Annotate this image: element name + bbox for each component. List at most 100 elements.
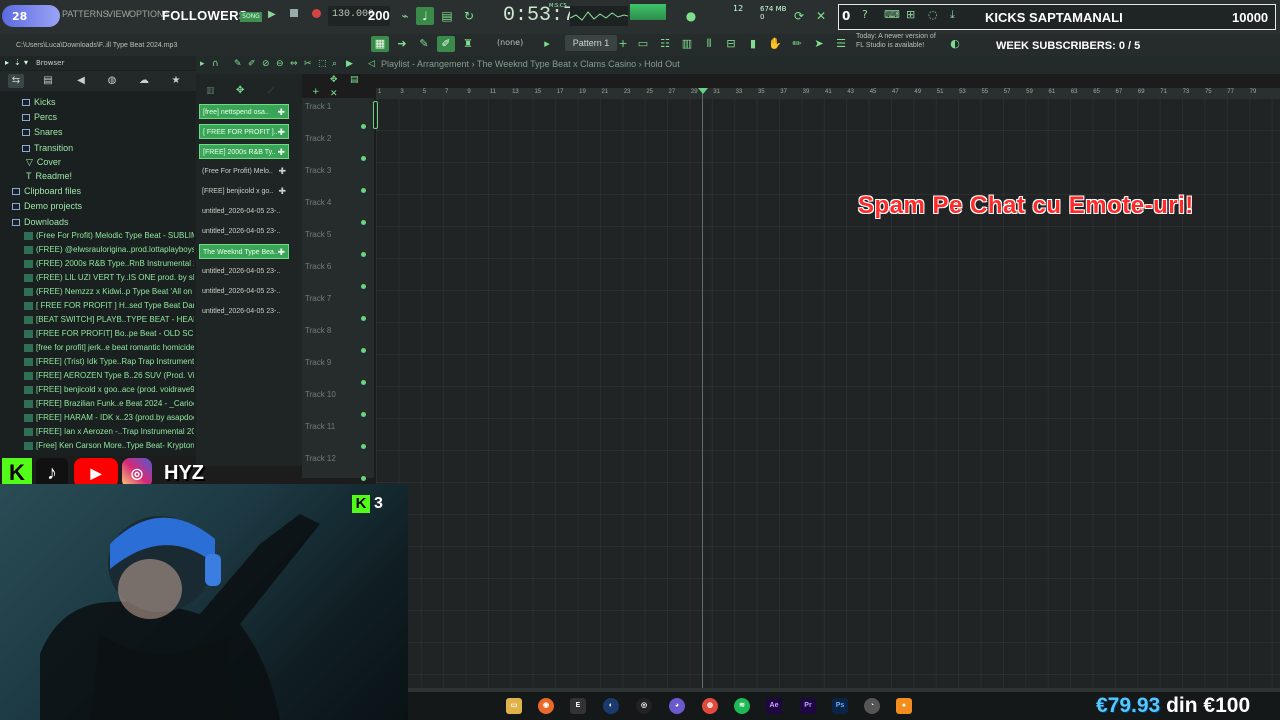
- window-menu-icon[interactable]: ▾: [24, 58, 28, 67]
- pattern-item[interactable]: [ FREE FOR PROFIT ].. ✚: [199, 124, 289, 139]
- list-item[interactable]: (FREE) 2000s R&B Type..RnB Instrumental …: [24, 259, 194, 272]
- list-item[interactable]: (FREE) Nemzzz x Kidwi..p Type Beat 'All …: [24, 287, 194, 300]
- channel-rack-icon[interactable]: ▥: [678, 36, 696, 52]
- pattern-item[interactable]: untitled_2026-04-05 23-..: [199, 284, 289, 299]
- list-item[interactable]: [free for profit] jerk..e beat romantic …: [24, 343, 194, 356]
- file-explorer-icon[interactable]: ▭: [506, 698, 522, 714]
- mixer-icon[interactable]: ☷: [656, 36, 674, 52]
- track-label[interactable]: Track 5: [305, 230, 331, 239]
- grid-toggle-icon[interactable]: ▤: [350, 75, 359, 85]
- pattern-selector[interactable]: Pattern 1: [565, 35, 617, 51]
- folder-clipboard-files[interactable]: Clipboard files: [12, 186, 81, 196]
- snap-selector[interactable]: (none): [497, 38, 523, 47]
- plugin-picker-icon[interactable]: ▮: [744, 36, 762, 52]
- tuning-icon[interactable]: ●: [682, 7, 700, 25]
- add-pattern-icon[interactable]: +: [614, 36, 632, 52]
- list-item[interactable]: [FREE] HARAM - IDK x..23 (prod.by asapdo…: [24, 413, 194, 426]
- playlist-menu-icon[interactable]: ▸: [200, 59, 205, 69]
- track-label[interactable]: Track 4: [305, 198, 331, 207]
- update-notice[interactable]: Today: A newer version of FL Studio is av…: [856, 32, 936, 50]
- folder-percs[interactable]: Percs: [22, 112, 57, 122]
- mute-icon[interactable]: ⊖: [276, 59, 284, 69]
- track-mute-toggle[interactable]: [361, 252, 366, 257]
- slip-icon[interactable]: ⇔: [290, 59, 298, 69]
- playback-icon[interactable]: ▶: [346, 59, 353, 69]
- plugin-icon[interactable]: ⊞: [906, 8, 915, 21]
- pin-icon[interactable]: ▸: [5, 58, 9, 67]
- list-item[interactable]: [BEAT SWITCH] PLAYB..TYPE BEAT - HEADRUS…: [24, 315, 194, 328]
- pattern-item[interactable]: untitled_2026-04-05 23-..: [199, 224, 289, 239]
- pencil-icon[interactable]: ✏: [788, 36, 806, 52]
- arrow-right-icon[interactable]: ➜: [393, 36, 411, 52]
- list-item[interactable]: [FREE] (Trist) Idk Type..Rap Trap Instru…: [24, 357, 194, 370]
- list-item[interactable]: [FREE] Brazilian Funk..e Beat 2024 - _Ca…: [24, 399, 194, 412]
- help-icon[interactable]: ?: [862, 8, 868, 21]
- file-cover[interactable]: ▽ Cover: [26, 157, 61, 168]
- list-item[interactable]: [Free] Ken Carson More..Type Beat- Krypt…: [24, 441, 194, 454]
- add-pattern-plus-icon[interactable]: ✚: [277, 105, 285, 118]
- draw-tool-icon[interactable]: ✎: [415, 36, 433, 52]
- magnet-icon[interactable]: ∩: [212, 59, 219, 69]
- add-track-icon[interactable]: +: [312, 87, 320, 97]
- add-pattern-plus-icon[interactable]: ✚: [277, 145, 285, 158]
- current-project-icon[interactable]: ▤: [40, 74, 56, 88]
- keyboard-icon[interactable]: ⌨: [884, 8, 900, 21]
- track-label[interactable]: Track 2: [305, 134, 331, 143]
- track-mute-toggle[interactable]: [361, 188, 366, 193]
- folder-demo-projects[interactable]: Demo projects: [12, 201, 82, 211]
- chrome-icon[interactable]: ◍: [702, 698, 718, 714]
- all-files-icon[interactable]: ⇆: [8, 74, 24, 88]
- track-mute-toggle[interactable]: [361, 444, 366, 449]
- pattern-item[interactable]: untitled_2026-04-05 23-..: [199, 264, 289, 279]
- list-item[interactable]: (Free For Profit) Melodic Type Beat - SU…: [24, 231, 194, 244]
- track-label[interactable]: Track 12: [305, 454, 336, 463]
- firefox-icon[interactable]: ◉: [538, 698, 554, 714]
- playlist-view-icon[interactable]: ▦: [371, 36, 389, 52]
- globe-icon[interactable]: ◐: [946, 36, 964, 52]
- app-icon[interactable]: ◔: [864, 698, 880, 714]
- after-effects-icon[interactable]: Ae: [766, 698, 782, 714]
- folder-transition[interactable]: Transition: [22, 143, 73, 153]
- epic-games-icon[interactable]: E: [570, 698, 586, 714]
- download-icon[interactable]: ⤓: [950, 8, 955, 22]
- pattern-item[interactable]: untitled_2026-04-05 23-..: [199, 204, 289, 219]
- cloud-icon[interactable]: ☁: [136, 74, 152, 88]
- refresh-icon[interactable]: ⟳: [790, 7, 808, 25]
- stamp-icon[interactable]: ♜: [459, 36, 477, 52]
- folder-kicks[interactable]: Kicks: [22, 97, 56, 107]
- list-item[interactable]: (FREE) LIL UZI VERT Ty..IS ONE prod. by …: [24, 273, 194, 286]
- clip-start-marker[interactable]: [373, 101, 378, 129]
- track-mute-toggle[interactable]: [361, 220, 366, 225]
- spotify-icon[interactable]: ≋: [734, 698, 750, 714]
- playhead-marker[interactable]: [698, 88, 708, 94]
- picker-link-icon[interactable]: ⟋: [268, 86, 274, 96]
- back-arrow-icon[interactable]: ◁: [368, 59, 375, 69]
- play-icon[interactable]: ▶: [268, 9, 276, 20]
- zoom-tracks-icon[interactable]: ✥: [330, 75, 338, 85]
- pattern-item[interactable]: [FREE] 2000s R&B Ty.. ✚: [199, 144, 289, 159]
- paint-icon[interactable]: ✐: [248, 59, 256, 69]
- delete-icon[interactable]: ⊘: [262, 59, 270, 69]
- step-edit-icon[interactable]: ▤: [438, 7, 456, 25]
- picker-move-icon[interactable]: ✥: [236, 85, 244, 96]
- track-label[interactable]: Track 6: [305, 262, 331, 271]
- list-item[interactable]: [FREE FOR PROFIT] Bo..pe Beat - OLD SCHO…: [24, 329, 194, 342]
- news-icon[interactable]: ☰: [832, 36, 850, 52]
- track-mute-toggle[interactable]: [361, 380, 366, 385]
- arrow-down-icon[interactable]: ⇣: [14, 58, 21, 67]
- add-pattern-plus-icon[interactable]: ✚: [278, 184, 286, 199]
- menu-view[interactable]: VIEW: [107, 9, 130, 19]
- track-label[interactable]: Track 1: [305, 102, 331, 111]
- back-icon[interactable]: ◀: [73, 74, 89, 88]
- premiere-icon[interactable]: Pr: [800, 698, 816, 714]
- pattern-item[interactable]: (Free For Profit) Melo.. ✚: [199, 164, 289, 179]
- song-mode-toggle[interactable]: SONG: [240, 12, 262, 22]
- stop-icon[interactable]: [290, 9, 298, 17]
- track-mute-toggle[interactable]: [361, 124, 366, 129]
- record-icon[interactable]: [312, 9, 321, 18]
- metronome-icon[interactable]: ♩: [416, 7, 434, 25]
- plugin-database-icon[interactable]: ◍: [104, 74, 120, 88]
- waveform-icon[interactable]: ⌁: [396, 7, 414, 25]
- folder-snares[interactable]: Snares: [22, 127, 63, 137]
- track-mute-toggle[interactable]: [361, 284, 366, 289]
